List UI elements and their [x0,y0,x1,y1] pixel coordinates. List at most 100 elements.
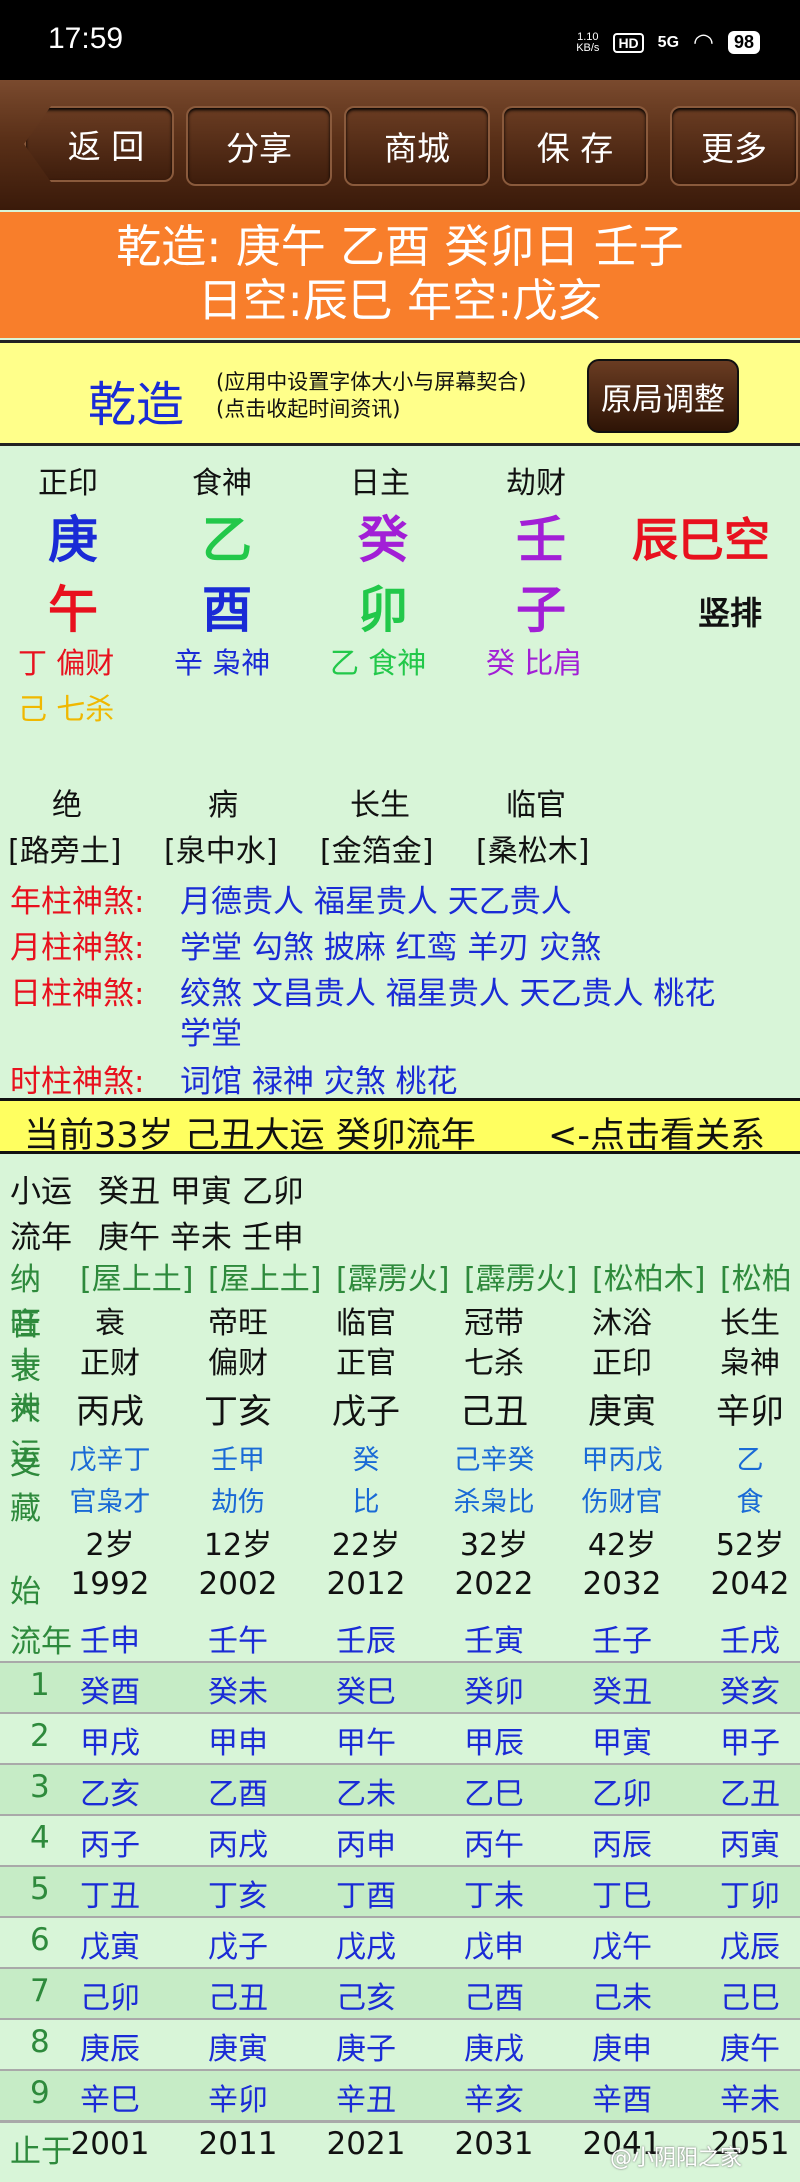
liunian-cell[interactable]: 戊子 [174,1922,302,1966]
dayun-pillar[interactable]: 己丑 [430,1384,558,1433]
liunian-cell[interactable]: 辛亥 [430,2075,558,2119]
liunian-cell[interactable]: 辛酉 [558,2075,686,2119]
liunian-cell[interactable]: 丙午 [430,1820,558,1864]
liunian-cell[interactable]: 丁巳 [558,1871,686,1915]
dayun-hidden[interactable]: 壬甲 [174,1438,302,1477]
liunian-cell[interactable]: 壬午 [174,1616,302,1660]
liunian-cell[interactable]: 庚戌 [430,2024,558,2068]
liunian-cell[interactable]: 丁丑 [46,1871,174,1915]
shensha-value[interactable]: 学堂 勾煞 披麻 红鸾 羊刃 灾煞 [180,922,601,967]
dayun-pillar[interactable]: 丁亥 [174,1384,302,1433]
dayun-start-year[interactable]: 2042 [686,1566,800,1602]
liunian-cell[interactable]: 己卯 [46,1973,174,2017]
dayun-tengod[interactable]: 正印 [558,1338,686,1382]
dayun-tengod[interactable]: 偏财 [174,1338,302,1382]
liunian-cell[interactable]: 癸亥 [686,1667,800,1711]
liunian-cell[interactable]: 戊申 [430,1922,558,1966]
liunian-cell[interactable]: 丁卯 [686,1871,800,1915]
liunian-cell[interactable]: 己酉 [430,1973,558,2017]
dayun-hidden-god[interactable]: 杀枭比 [430,1480,558,1519]
dayun-growth[interactable]: 沐浴 [558,1298,686,1342]
liunian-cell[interactable]: 丙戌 [174,1820,302,1864]
dayun-age[interactable]: 42岁 [558,1520,686,1564]
heavenly-stem[interactable]: 乙 [202,500,252,572]
liunian-cell[interactable]: 辛未 [686,2075,800,2119]
shensha-value[interactable]: 月德贵人 福星贵人 天乙贵人 [180,876,572,921]
liunian-cell[interactable]: 壬子 [558,1616,686,1660]
dayun-growth[interactable]: 长生 [686,1298,800,1342]
liunian-cell[interactable]: 丙辰 [558,1820,686,1864]
mall-button[interactable]: 商城 [344,106,490,186]
dayun-hidden-god[interactable]: 官枭才 [46,1480,174,1519]
liunian-cell[interactable]: 辛卯 [174,2075,302,2119]
liunian-cell[interactable]: 丙子 [46,1820,174,1864]
dayun-tengod[interactable]: 七杀 [430,1338,558,1382]
earthly-branch[interactable]: 卯 [358,570,408,642]
dayun-age[interactable]: 32岁 [430,1520,558,1564]
earthly-branch[interactable]: 午 [48,570,98,642]
shensha-value[interactable]: 绞煞 文昌贵人 福星贵人 天乙贵人 桃花 [180,968,715,1013]
dayun-start-year[interactable]: 2032 [558,1566,686,1602]
save-button[interactable]: 保 存 [502,106,648,186]
share-button[interactable]: 分享 [186,106,332,186]
dayun-pillar[interactable]: 丙戌 [46,1384,174,1433]
liunian-cell[interactable]: 癸卯 [430,1667,558,1711]
liunian-cell[interactable]: 丁酉 [302,1871,430,1915]
shensha-value[interactable]: 学堂 [180,1008,242,1053]
liunian-cell[interactable]: 乙丑 [686,1769,800,1813]
dayun-age[interactable]: 2岁 [46,1520,174,1564]
liunian-cell[interactable]: 壬寅 [430,1616,558,1660]
liunian-cell[interactable]: 乙亥 [46,1769,174,1813]
dayun-tengod[interactable]: 正官 [302,1338,430,1382]
liunian-cell[interactable]: 癸未 [174,1667,302,1711]
dayun-hidden-god[interactable]: 比 [302,1480,430,1519]
liunian-cell[interactable]: 戊辰 [686,1922,800,1966]
heavenly-stem[interactable]: 庚 [48,500,98,572]
liunian-cell[interactable]: 甲寅 [558,1718,686,1762]
liunian-cell[interactable]: 壬戌 [686,1616,800,1660]
liunian-cell[interactable]: 己未 [558,1973,686,2017]
liunian-cell[interactable]: 丙申 [302,1820,430,1864]
liunian-cell[interactable]: 壬申 [46,1616,174,1660]
earthly-branch[interactable]: 子 [516,570,566,642]
dayun-hidden-god[interactable]: 伤财官 [558,1480,686,1519]
liunian-cell[interactable]: 乙巳 [430,1769,558,1813]
liunian-cell[interactable]: 戊戌 [302,1922,430,1966]
liunian-cell[interactable]: 丙寅 [686,1820,800,1864]
liunian-cell[interactable]: 癸酉 [46,1667,174,1711]
view-relations-link[interactable]: <-点击看关系 [548,1107,765,1158]
dayun-pillar[interactable]: 庚寅 [558,1384,686,1433]
liunian-cell[interactable]: 甲申 [174,1718,302,1762]
dayun-age[interactable]: 12岁 [174,1520,302,1564]
liunian-cell[interactable]: 辛巳 [46,2075,174,2119]
dayun-hidden-god[interactable]: 食 [686,1480,800,1519]
dayun-hidden[interactable]: 甲丙戊 [558,1438,686,1477]
info-bar[interactable]: 乾造 (应用中设置字体大小与屏幕契合) (点击收起时间资讯) 原局调整 [0,340,800,446]
dayun-start-year[interactable]: 2022 [430,1566,558,1602]
dayun-growth[interactable]: 临官 [302,1298,430,1342]
earthly-branch[interactable]: 酉 [202,570,252,642]
liunian-cell[interactable]: 庚寅 [174,2024,302,2068]
liunian-cell[interactable]: 庚子 [302,2024,430,2068]
dayun-hidden[interactable]: 己辛癸 [430,1438,558,1477]
dayun-growth[interactable]: 帝旺 [174,1298,302,1342]
liunian-cell[interactable]: 乙未 [302,1769,430,1813]
dayun-age[interactable]: 52岁 [686,1520,800,1564]
dayun-start-year[interactable]: 2002 [174,1566,302,1602]
dayun-hidden[interactable]: 戊辛丁 [46,1438,174,1477]
dayun-hidden-god[interactable]: 劫伤 [174,1480,302,1519]
dayun-start-year[interactable]: 2012 [302,1566,430,1602]
vertical-layout-button[interactable]: 竖排 [698,588,762,634]
dayun-tengod[interactable]: 正财 [46,1338,174,1382]
liunian-cell[interactable]: 辛丑 [302,2075,430,2119]
liunian-cell[interactable]: 庚午 [686,2024,800,2068]
liunian-cell[interactable]: 乙卯 [558,1769,686,1813]
liunian-cell[interactable]: 戊午 [558,1922,686,1966]
liunian-cell[interactable]: 戊寅 [46,1922,174,1966]
current-luck-bar[interactable]: 当前33岁 己丑大运 癸卯流年 <-点击看关系 [0,1098,800,1156]
liunian-cell[interactable]: 甲午 [302,1718,430,1762]
heavenly-stem[interactable]: 壬 [516,500,566,572]
dayun-tengod[interactable]: 枭神 [686,1338,800,1382]
liunian-cell[interactable]: 己巳 [686,1973,800,2017]
liunian-cell[interactable]: 甲戌 [46,1718,174,1762]
